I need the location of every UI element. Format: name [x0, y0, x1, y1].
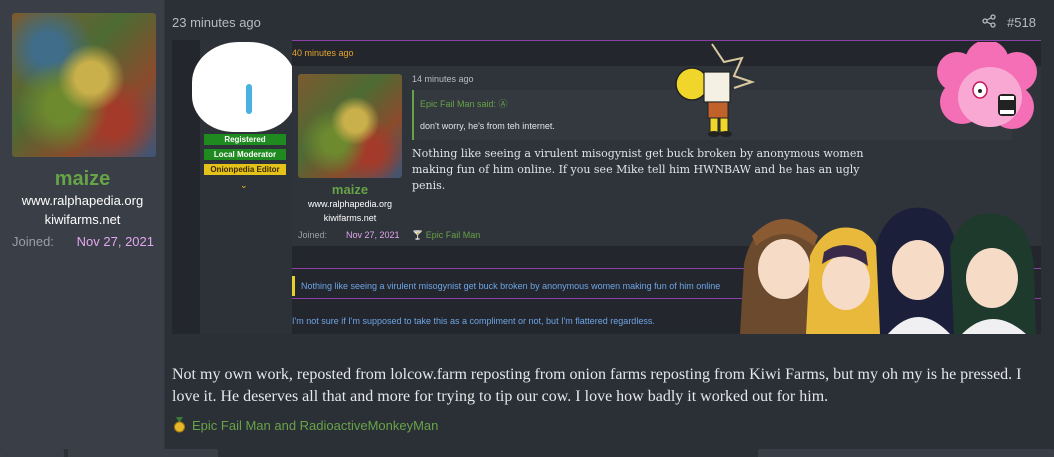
pinkie-pie-image: [937, 42, 1037, 129]
post-body-text: Not my own work, reposted from lolcow.fa…: [172, 366, 1022, 405]
badge-onionpedia-editor: Onionpedia Editor: [204, 164, 286, 175]
divider: [292, 40, 1041, 41]
embedded-joined-date: Nov 27, 2021: [346, 230, 400, 240]
anime-girls-image: [740, 207, 1036, 334]
user-avatar[interactable]: [12, 13, 156, 157]
martini-icon: 🍸: [412, 230, 424, 240]
embedded-screenshot-image[interactable]: Registered Local Moderator Onionpedia Ed…: [172, 40, 1041, 334]
embedded-reply-text: I'm not sure if I'm supposed to take thi…: [292, 316, 655, 326]
crying-wojak-image: [192, 42, 296, 132]
user-title-line-1: www.ralphapedia.org: [21, 193, 144, 208]
embedded-avatar: [298, 74, 402, 178]
reaction-summary-link[interactable]: Epic Fail Man and RadioactiveMonkeyMan: [192, 418, 438, 433]
badge-registered: Registered: [204, 134, 286, 145]
badge-local-moderator: Local Moderator: [204, 149, 286, 160]
embedded-quote-author: Epic Fail Man said: Ⓐ: [420, 99, 508, 109]
embedded-yellow-quote: Nothing like seeing a virulent misogynis…: [292, 276, 752, 296]
embedded-joined-label: Joined:: [298, 230, 328, 240]
bottom-button-2[interactable]: [68, 449, 218, 457]
chevron-down-icon: ⌄: [240, 180, 248, 190]
tear-icon: [246, 84, 252, 114]
embedded-post-time: 14 minutes ago: [412, 74, 474, 84]
user-info-panel: maize www.ralphapedia.org kiwifarms.net …: [0, 0, 165, 457]
medal-icon[interactable]: [173, 417, 186, 433]
bottom-button-1[interactable]: [0, 449, 64, 457]
username-link[interactable]: maize: [0, 168, 165, 191]
embedded-reaction: 🍸 Epic Fail Man: [412, 230, 480, 241]
joined-date: Nov 27, 2021: [76, 234, 154, 249]
embedded-user-line-1: www.ralphapedia.org: [307, 199, 393, 209]
post-timestamp[interactable]: 23 minutes ago: [172, 15, 261, 30]
share-icon[interactable]: [982, 14, 996, 28]
embedded-reaction-text: Epic Fail Man: [425, 230, 481, 240]
bart-simpson-image: [675, 43, 756, 137]
post-number-link[interactable]: #518: [1007, 15, 1036, 30]
embedded-quote-text: don't worry, he's from teh internet.: [420, 121, 555, 131]
embedded-header-time: 40 minutes ago: [292, 48, 354, 58]
bottom-button-3[interactable]: [758, 449, 1054, 457]
joined-label: Joined:: [12, 234, 54, 249]
embedded-username: maize: [331, 182, 369, 197]
embedded-user-line-2: kiwifarms.net: [323, 213, 377, 223]
user-title-line-2: kiwifarms.net: [44, 212, 121, 227]
